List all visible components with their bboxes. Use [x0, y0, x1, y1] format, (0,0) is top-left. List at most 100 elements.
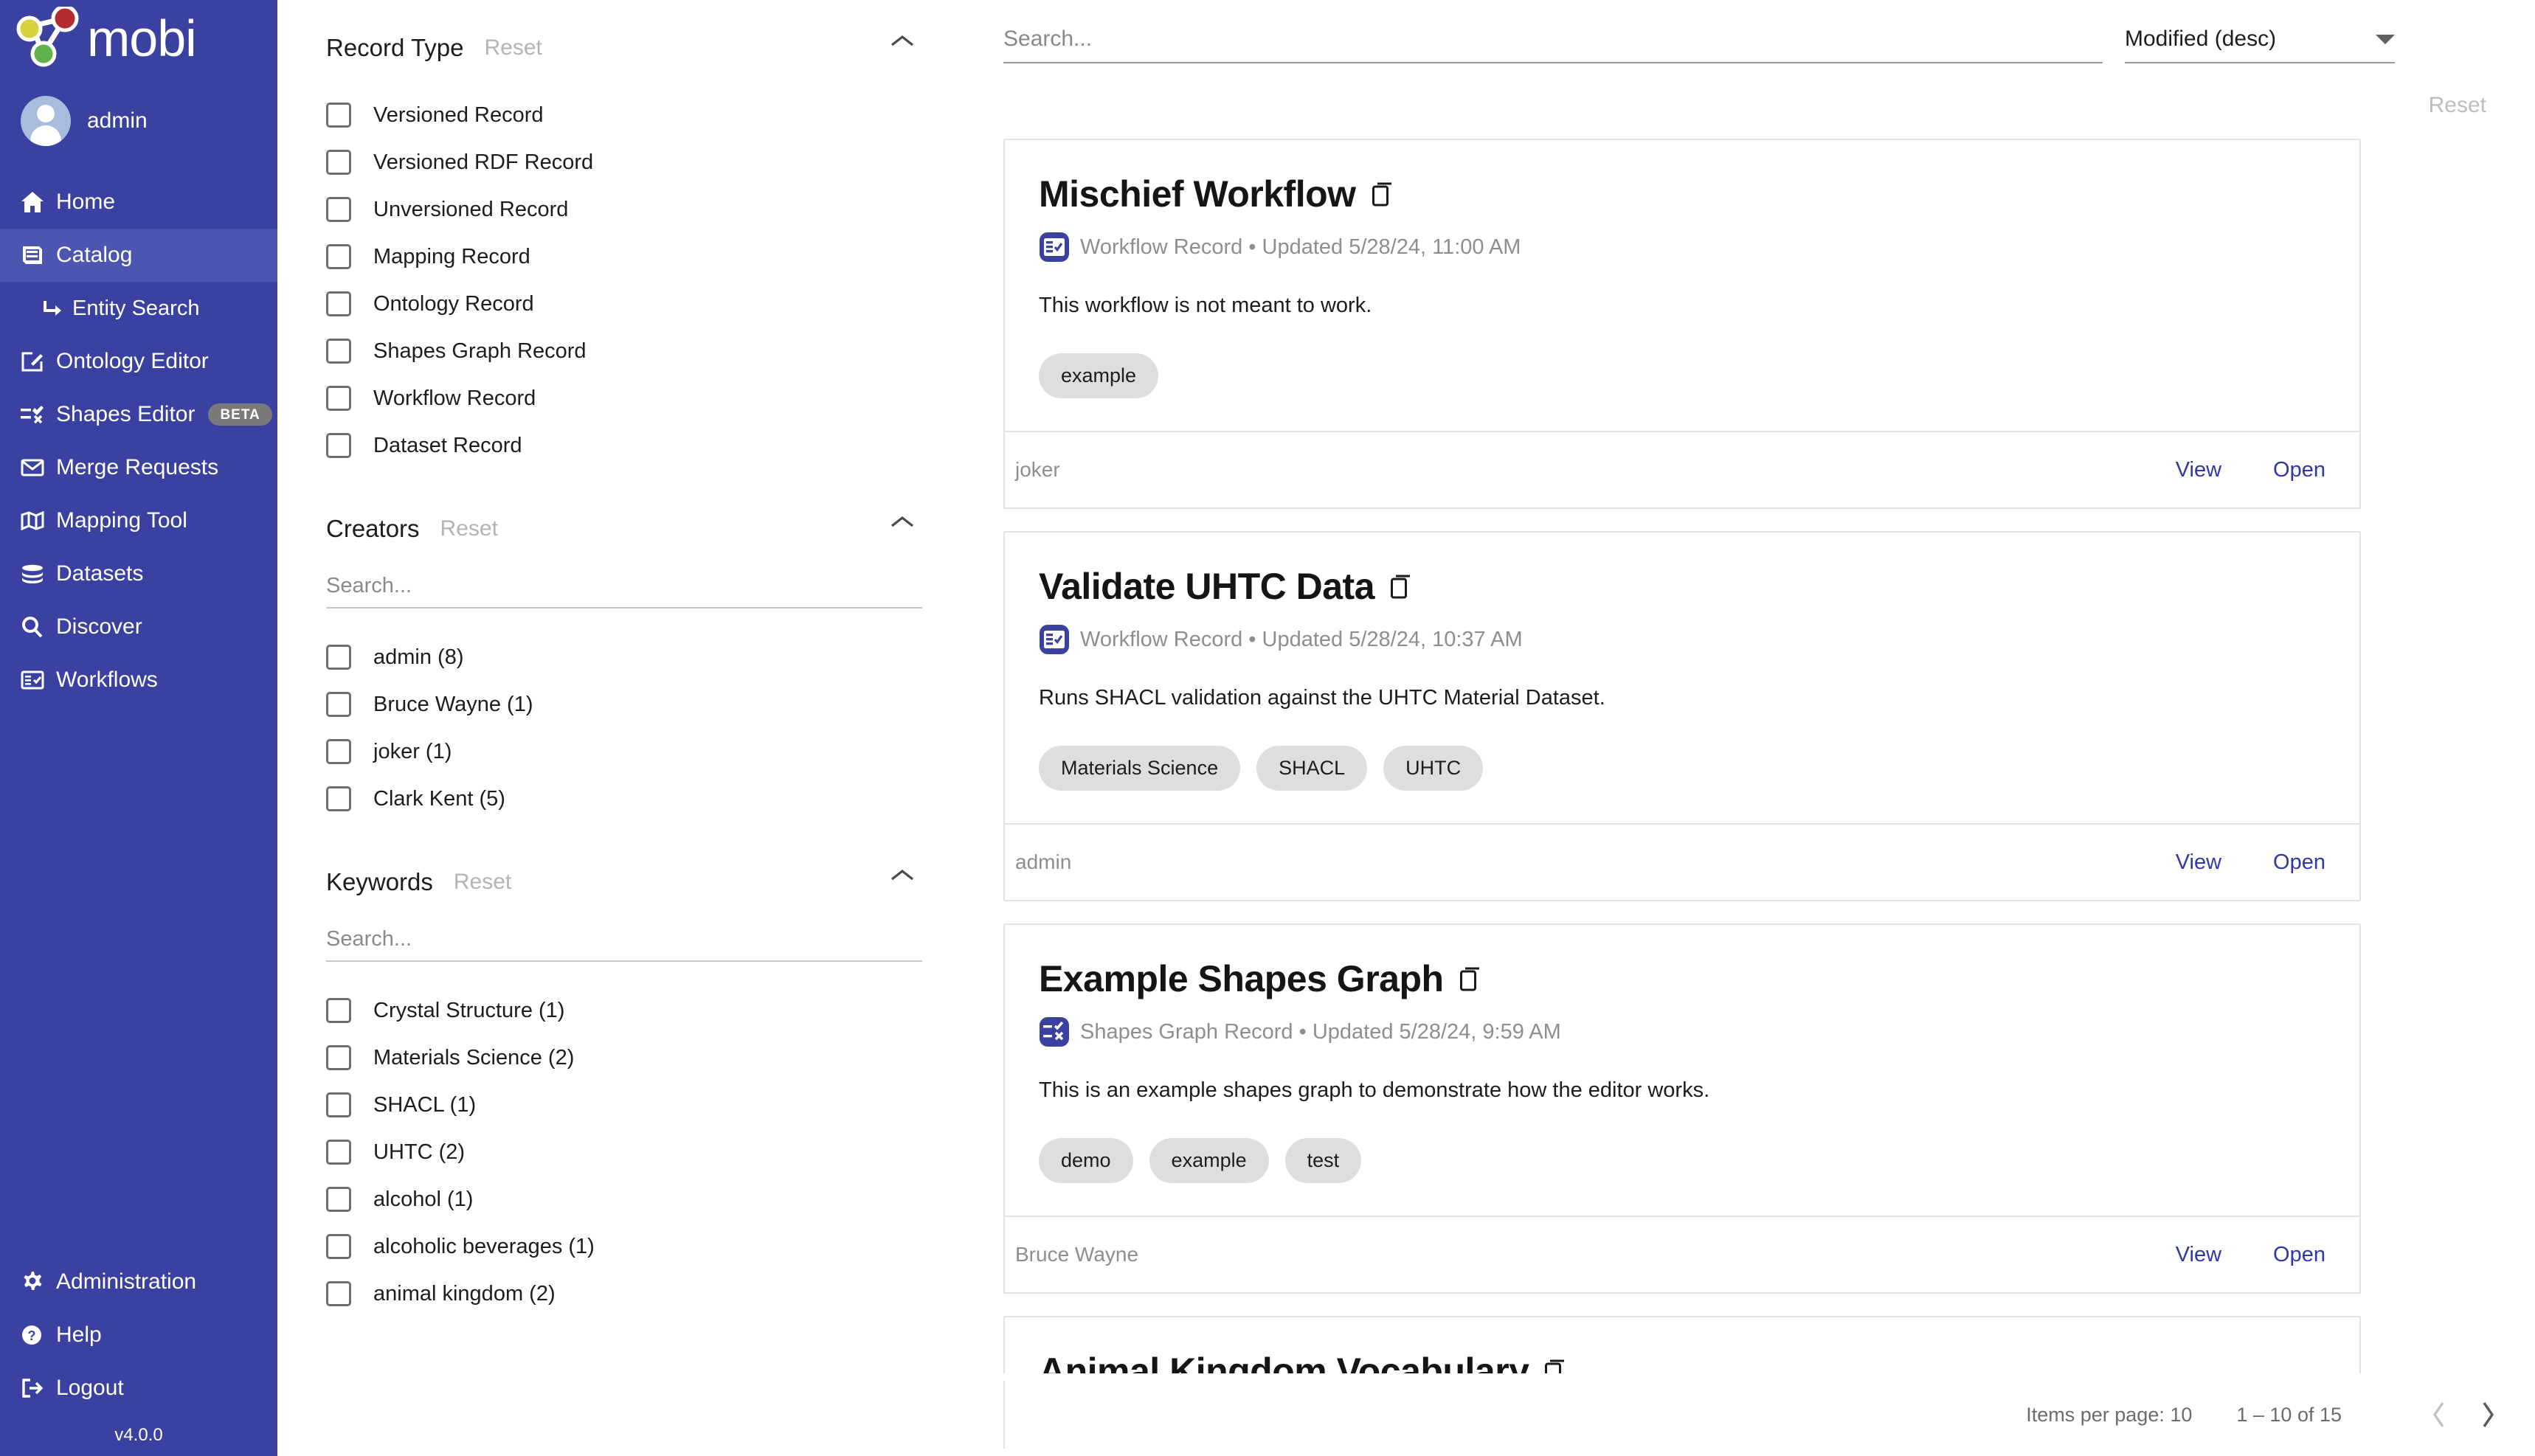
checkbox[interactable]: [326, 1234, 351, 1259]
reset-filters-button[interactable]: Reset: [2429, 93, 2486, 118]
filter-option[interactable]: Clark Kent (5): [326, 775, 922, 822]
checkbox[interactable]: [326, 197, 351, 222]
checkbox[interactable]: [326, 339, 351, 364]
sidebar-item-workflows[interactable]: Workflows: [0, 654, 277, 707]
filter-option[interactable]: Versioned Record: [326, 91, 922, 139]
items-per-page-label[interactable]: Items per page: 10: [2026, 1404, 2192, 1426]
checkbox[interactable]: [326, 1187, 351, 1212]
filter-option[interactable]: Ontology Record: [326, 280, 922, 327]
option-label: Ontology Record: [373, 291, 534, 316]
sidebar-item-shapes-editor[interactable]: Shapes Editor BETA: [0, 388, 277, 441]
copy-icon[interactable]: [1372, 181, 1394, 207]
checkbox[interactable]: [326, 1092, 351, 1117]
filter-option[interactable]: Bruce Wayne (1): [326, 681, 922, 728]
user-profile[interactable]: admin: [0, 77, 277, 165]
record-tag[interactable]: Materials Science: [1039, 746, 1241, 791]
record-tag[interactable]: UHTC: [1383, 746, 1484, 791]
filter-option[interactable]: Crystal Structure (1): [326, 987, 922, 1034]
checkbox[interactable]: [326, 150, 351, 175]
sidebar-item-discover[interactable]: Discover: [0, 600, 277, 654]
checkbox[interactable]: [326, 998, 351, 1023]
chevron-up-icon[interactable]: [890, 868, 915, 887]
creators-search-input[interactable]: [326, 574, 922, 598]
app-version: v4.0.0: [114, 1425, 163, 1445]
filter-option[interactable]: UHTC (2): [326, 1129, 922, 1176]
copy-icon[interactable]: [1391, 574, 1413, 599]
pencil-square-icon: [21, 351, 53, 372]
open-button[interactable]: Open: [2273, 458, 2325, 482]
checkbox[interactable]: [326, 645, 351, 670]
record-card-body: Validate UHTC Data Workflow Record • Upd…: [1005, 533, 2359, 823]
copy-icon[interactable]: [1459, 966, 1482, 991]
sidebar-item-entity-search[interactable]: Entity Search: [0, 282, 277, 335]
record-tag[interactable]: example: [1039, 353, 1159, 398]
checkbox[interactable]: [326, 244, 351, 269]
brand-logo[interactable]: mobi: [0, 0, 277, 77]
record-tag[interactable]: example: [1149, 1138, 1269, 1183]
sidebar-item-logout[interactable]: Logout: [0, 1362, 277, 1415]
search-input[interactable]: [1003, 27, 2103, 52]
filter-option[interactable]: Workflow Record: [326, 375, 922, 422]
filter-header: Creators Reset: [326, 510, 922, 547]
checkbox[interactable]: [326, 103, 351, 128]
filter-option[interactable]: admin (8): [326, 634, 922, 681]
sidebar-item-label: Mapping Tool: [56, 508, 187, 533]
filter-option[interactable]: Shapes Graph Record: [326, 327, 922, 375]
record-title-row: Example Shapes Graph: [1039, 957, 2325, 1000]
sort-select[interactable]: Modified (desc): [2125, 27, 2395, 63]
open-button[interactable]: Open: [2273, 1243, 2325, 1267]
filter-option[interactable]: animal kingdom (2): [326, 1270, 922, 1317]
sidebar-item-administration[interactable]: Administration: [0, 1255, 277, 1308]
filter-option[interactable]: alcohol (1): [326, 1176, 922, 1223]
view-button[interactable]: View: [2176, 458, 2221, 482]
previous-page-button[interactable]: [2430, 1400, 2448, 1429]
record-card[interactable]: Mischief Workflow Workflow Record • Upda…: [1003, 139, 2361, 509]
filter-option[interactable]: Unversioned Record: [326, 186, 922, 233]
sidebar-item-label: Merge Requests: [56, 455, 219, 479]
chevron-up-icon[interactable]: [890, 34, 915, 52]
record-tag[interactable]: test: [1284, 1138, 1362, 1183]
filter-reset-button[interactable]: Reset: [454, 870, 511, 895]
view-button[interactable]: View: [2176, 1243, 2221, 1267]
filter-option[interactable]: SHACL (1): [326, 1081, 922, 1129]
checkbox[interactable]: [326, 739, 351, 764]
checkbox[interactable]: [326, 1140, 351, 1165]
sidebar-item-mapping-tool[interactable]: Mapping Tool: [0, 494, 277, 547]
sidebar-item-home[interactable]: Home: [0, 176, 277, 229]
filter-option[interactable]: Materials Science (2): [326, 1034, 922, 1081]
filter-option[interactable]: Versioned RDF Record: [326, 139, 922, 186]
paginator-divider: [1003, 1381, 1005, 1449]
sidebar-item-catalog[interactable]: Catalog: [0, 229, 277, 282]
checkbox[interactable]: [326, 433, 351, 458]
record-card[interactable]: Example Shapes Graph Shapes Graph Record…: [1003, 923, 2361, 1294]
sidebar-item-label: Home: [56, 190, 116, 214]
record-tag[interactable]: demo: [1039, 1138, 1133, 1183]
checkbox[interactable]: [326, 786, 351, 811]
checkbox[interactable]: [326, 291, 351, 316]
filter-option[interactable]: joker (1): [326, 728, 922, 775]
sidebar-item-help[interactable]: ? Help: [0, 1308, 277, 1362]
keywords-search-input[interactable]: [326, 927, 922, 951]
record-tag[interactable]: SHACL: [1256, 746, 1368, 791]
checkbox[interactable]: [326, 692, 351, 717]
chevron-up-icon[interactable]: [890, 515, 915, 533]
sidebar-item-datasets[interactable]: Datasets: [0, 547, 277, 600]
checkbox[interactable]: [326, 1045, 351, 1070]
filter-option[interactable]: Mapping Record: [326, 233, 922, 280]
next-page-button[interactable]: [2479, 1400, 2497, 1429]
view-button[interactable]: View: [2176, 850, 2221, 875]
checkbox[interactable]: [326, 1281, 351, 1306]
beta-badge: BETA: [208, 403, 272, 426]
open-button[interactable]: Open: [2273, 850, 2325, 875]
checkbox[interactable]: [326, 386, 351, 411]
option-label: Materials Science (2): [373, 1045, 575, 1070]
filter-option[interactable]: Dataset Record: [326, 422, 922, 469]
filter-option[interactable]: alcoholic beverages (1): [326, 1223, 922, 1270]
sidebar-item-ontology-editor[interactable]: Ontology Editor: [0, 335, 277, 388]
filter-reset-button[interactable]: Reset: [440, 516, 498, 541]
filter-reset-button[interactable]: Reset: [485, 35, 542, 60]
option-label: UHTC (2): [373, 1140, 466, 1164]
sidebar-item-merge-requests[interactable]: Merge Requests: [0, 441, 277, 494]
record-title: Validate UHTC Data: [1039, 566, 1375, 607]
record-card[interactable]: Validate UHTC Data Workflow Record • Upd…: [1003, 531, 2361, 901]
